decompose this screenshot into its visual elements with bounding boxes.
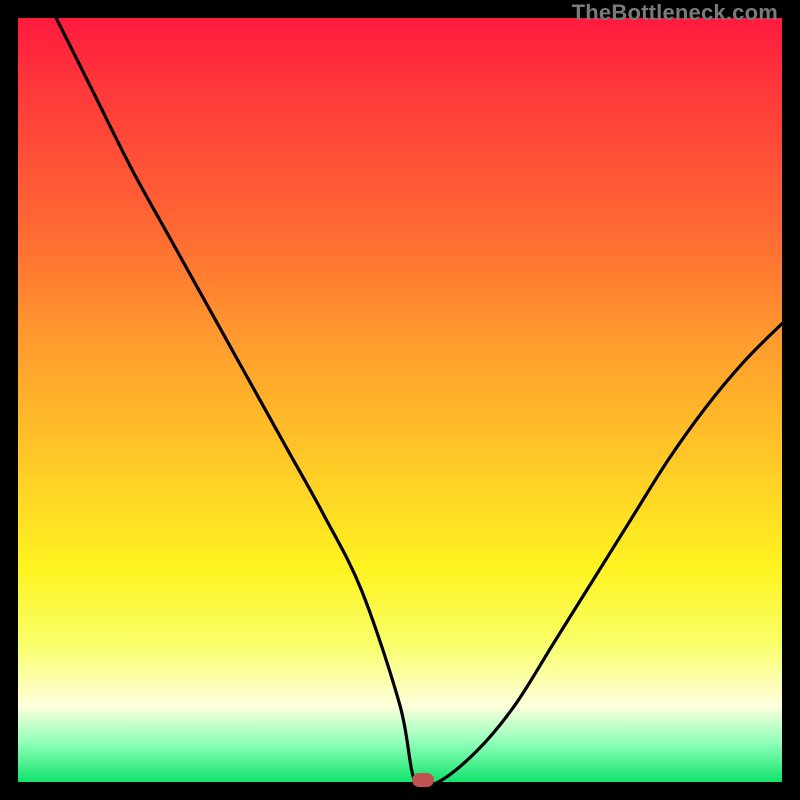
bottleneck-curve-path (56, 18, 782, 782)
minimum-marker (412, 773, 434, 787)
bottleneck-curve (18, 18, 782, 782)
chart-plot-area (18, 18, 782, 782)
chart-frame: TheBottleneck.com (0, 0, 800, 800)
watermark-text: TheBottleneck.com (572, 0, 778, 26)
